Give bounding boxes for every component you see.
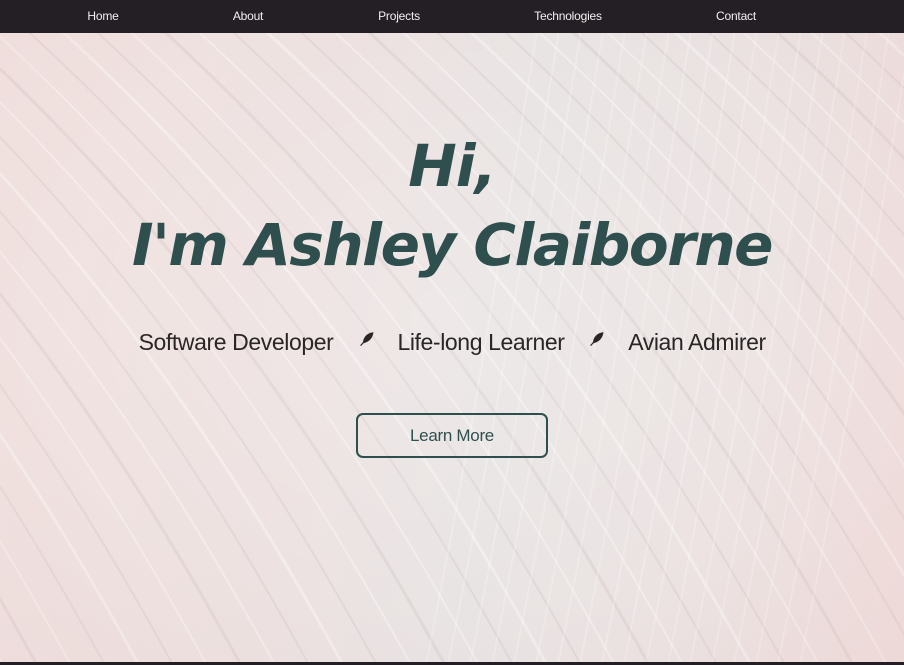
nav-link-technologies[interactable]: Technologies: [534, 0, 602, 33]
tagline-life-long-learner: Life-long Learner: [397, 329, 565, 355]
greeting-hi: Hi,: [408, 132, 496, 200]
greeting-name: I'm Ashley Claiborne: [132, 211, 773, 279]
nav-link-contact[interactable]: Contact: [716, 0, 756, 33]
tagline-software-developer: Software Developer: [138, 329, 334, 355]
nav-link-about[interactable]: About: [233, 0, 264, 33]
nav-link-home[interactable]: Home: [87, 0, 118, 33]
feather-icon: [360, 332, 374, 347]
feather-icon: [590, 332, 604, 347]
nav-link-projects[interactable]: Projects: [378, 0, 420, 33]
learn-more-button[interactable]: Learn More: [356, 413, 548, 458]
tagline-avian-admirer: Avian Admirer: [628, 329, 766, 355]
top-navbar: Home About Projects Technologies Contact: [0, 0, 904, 33]
